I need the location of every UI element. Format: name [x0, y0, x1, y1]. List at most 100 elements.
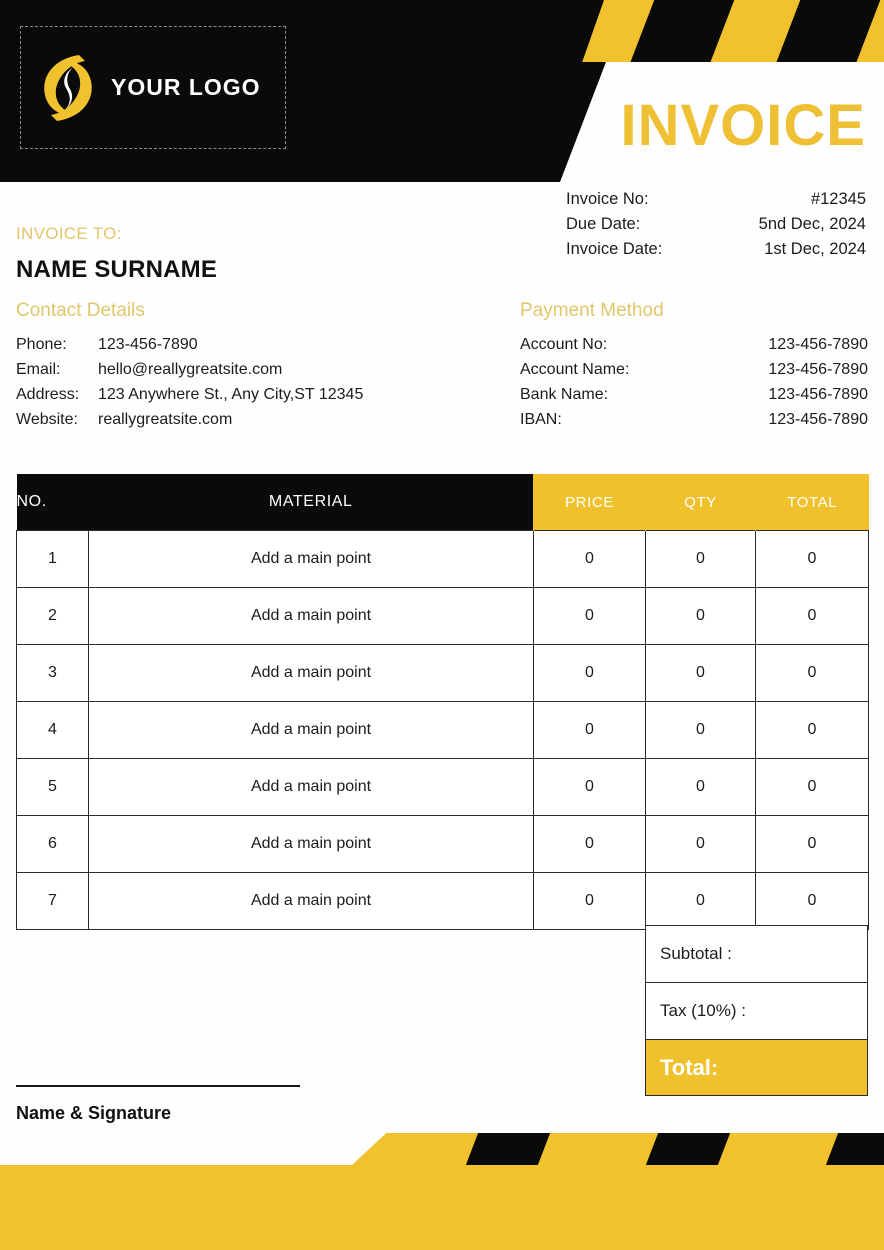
table-row[interactable]: 5 Add a main point 0 0 0: [16, 758, 869, 816]
payment-value-account-no: 123-456-7890: [768, 336, 868, 353]
cell-no: 1: [16, 530, 89, 588]
footer-notch-1: [465, 1133, 551, 1165]
invoice-to-heading: INVOICE TO:: [16, 224, 122, 243]
signature-line[interactable]: [16, 1085, 300, 1087]
table-header-row: NO. MATERIAL PRICE QTY TOTAL: [16, 474, 869, 531]
cell-material[interactable]: Add a main point: [88, 644, 534, 702]
payment-details-list: Account No: 123-456-7890 Account Name: 1…: [520, 332, 868, 432]
column-header-total: TOTAL: [755, 474, 869, 531]
contact-label-email: Email:: [16, 361, 61, 378]
cell-qty[interactable]: 0: [645, 644, 756, 702]
cell-qty[interactable]: 0: [645, 530, 756, 588]
payment-value-account-name: 123-456-7890: [768, 361, 868, 378]
payment-method-heading: Payment Method: [520, 300, 664, 321]
payment-label-iban: IBAN:: [520, 411, 562, 428]
cell-no: 5: [16, 758, 89, 816]
cell-price[interactable]: 0: [533, 644, 646, 702]
cell-qty[interactable]: 0: [645, 815, 756, 873]
contact-label-address: Address:: [16, 386, 80, 403]
meta-value-invoice-no: #12345: [810, 190, 866, 208]
meta-value-invoice-date: 1st Dec, 2024: [764, 240, 866, 258]
cell-total[interactable]: 0: [755, 644, 869, 702]
logo-text: YOUR LOGO: [111, 74, 261, 100]
meta-label-due-date: Due Date:: [566, 215, 641, 233]
contact-details-list: Phone: 123-456-7890 Email: hello@reallyg…: [16, 332, 486, 432]
invoice-meta: Invoice No: #12345 Due Date: 5nd Dec, 20…: [566, 187, 866, 262]
cell-no: 6: [16, 815, 89, 873]
cell-material[interactable]: Add a main point: [88, 815, 534, 873]
stripe-yellow-3: [851, 0, 884, 62]
cell-price[interactable]: 0: [533, 587, 646, 645]
cell-qty[interactable]: 0: [645, 701, 756, 759]
cell-qty[interactable]: 0: [645, 872, 756, 930]
cell-price[interactable]: 0: [533, 815, 646, 873]
meta-row: Invoice No: #12345: [566, 187, 866, 212]
cell-price[interactable]: 0: [533, 758, 646, 816]
column-header-no: NO.: [16, 474, 89, 531]
table-header: NO. MATERIAL PRICE QTY TOTAL: [16, 474, 869, 531]
cell-material[interactable]: Add a main point: [88, 701, 534, 759]
logo-placeholder-box: YOUR LOGO: [20, 26, 286, 149]
bill-to-section: INVOICE TO: NAME SURNAME Contact Details…: [16, 224, 486, 432]
column-header-qty: QTY: [645, 474, 756, 531]
table-row[interactable]: 1 Add a main point 0 0 0: [16, 530, 869, 588]
cell-total[interactable]: 0: [755, 872, 869, 930]
cell-material[interactable]: Add a main point: [88, 872, 534, 930]
table-row[interactable]: 6 Add a main point 0 0 0: [16, 815, 869, 873]
cell-total[interactable]: 0: [755, 530, 869, 588]
meta-label-invoice-no: Invoice No:: [566, 190, 649, 208]
cell-no: 2: [16, 587, 89, 645]
stripe-yellow-2: [705, 0, 805, 62]
client-name: NAME SURNAME: [16, 256, 218, 283]
grand-total-row[interactable]: Total:: [646, 1040, 867, 1095]
table-row[interactable]: 2 Add a main point 0 0 0: [16, 587, 869, 645]
cell-price[interactable]: 0: [533, 701, 646, 759]
cell-material[interactable]: Add a main point: [88, 758, 534, 816]
line-items-table: NO. MATERIAL PRICE QTY TOTAL 1 Add a mai…: [16, 474, 869, 930]
cell-qty[interactable]: 0: [645, 758, 756, 816]
page-title: INVOICE: [620, 93, 866, 158]
header-diagonal-stripes: [560, 0, 884, 62]
table-row[interactable]: 4 Add a main point 0 0 0: [16, 701, 869, 759]
meta-label-invoice-date: Invoice Date:: [566, 240, 663, 258]
cell-qty[interactable]: 0: [645, 587, 756, 645]
contact-row-email: Email: hello@reallygreatsite.com: [16, 357, 486, 382]
contact-row-address: Address: 123 Anywhere St., Any City,ST 1…: [16, 382, 486, 407]
cell-no: 7: [16, 872, 89, 930]
payment-row-bank-name: Bank Name: 123-456-7890: [520, 382, 868, 407]
meta-row: Due Date: 5nd Dec, 2024: [566, 212, 866, 237]
footer-notch-2: [645, 1133, 731, 1165]
cell-price[interactable]: 0: [533, 872, 646, 930]
cell-price[interactable]: 0: [533, 530, 646, 588]
contact-details-heading: Contact Details: [16, 300, 145, 321]
column-header-material: MATERIAL: [88, 474, 534, 531]
table-row[interactable]: 7 Add a main point 0 0 0: [16, 872, 869, 930]
contact-label-phone: Phone:: [16, 336, 67, 353]
payment-label-bank-name: Bank Name:: [520, 386, 609, 403]
subtotal-label: Subtotal :: [660, 944, 732, 963]
payment-row-account-no: Account No: 123-456-7890: [520, 332, 868, 357]
contact-row-phone: Phone: 123-456-7890: [16, 332, 486, 357]
payment-label-account-name: Account Name:: [520, 361, 630, 378]
tax-row[interactable]: Tax (10%) :: [646, 983, 867, 1040]
cell-material[interactable]: Add a main point: [88, 530, 534, 588]
cell-total[interactable]: 0: [755, 701, 869, 759]
cell-total[interactable]: 0: [755, 815, 869, 873]
cell-total[interactable]: 0: [755, 587, 869, 645]
contact-row-website: Website: reallygreatsite.com: [16, 407, 486, 432]
totals-panel: Subtotal : Tax (10%) : Total:: [645, 925, 868, 1096]
payment-method-section: Payment Method Account No: 123-456-7890 …: [520, 300, 868, 432]
meta-value-due-date: 5nd Dec, 2024: [758, 215, 866, 233]
grand-total-label: Total:: [660, 1054, 719, 1080]
contact-value-email: hello@reallygreatsite.com: [98, 361, 283, 378]
cell-material[interactable]: Add a main point: [88, 587, 534, 645]
table-row[interactable]: 3 Add a main point 0 0 0: [16, 644, 869, 702]
cell-no: 3: [16, 644, 89, 702]
payment-value-iban: 123-456-7890: [768, 411, 868, 428]
subtotal-row[interactable]: Subtotal :: [646, 926, 867, 983]
contact-value-address: 123 Anywhere St., Any City,ST 12345: [98, 386, 364, 403]
contact-value-phone: 123-456-7890: [98, 336, 198, 353]
tax-label: Tax (10%) :: [660, 1001, 746, 1020]
cell-total[interactable]: 0: [755, 758, 869, 816]
signature-label: Name & Signature: [16, 1103, 172, 1123]
